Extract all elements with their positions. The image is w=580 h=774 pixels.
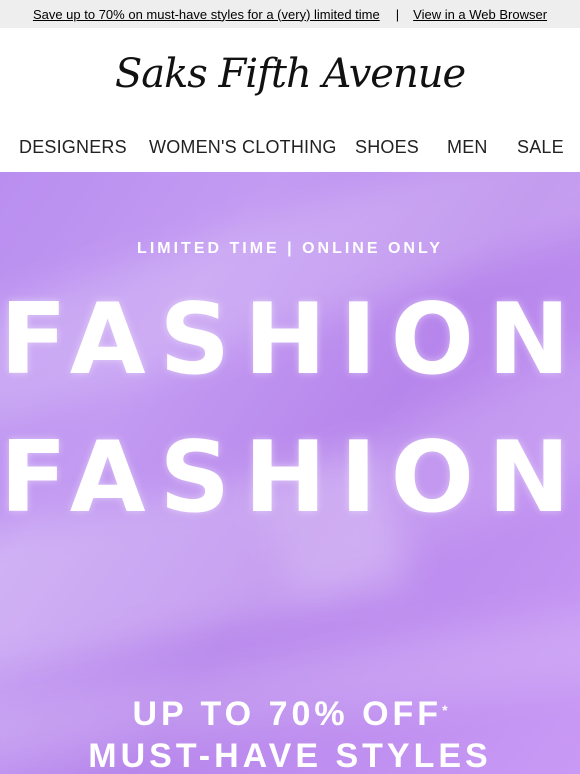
header-logo-area: Saks Fifth Avenue [0, 28, 580, 125]
hero-banner[interactable]: LIMITED TIME | ONLINE ONLY FASHION FASHI… [0, 172, 580, 774]
promo-subheadline: MUST-HAVE STYLES [88, 737, 492, 774]
nav-item-sale[interactable]: SALE [517, 137, 564, 158]
nav-item-shoes[interactable]: SHOES [355, 137, 419, 158]
preheader-bar: Save up to 70% on must-have styles for a… [0, 0, 580, 28]
nav-item-men[interactable]: MEN [447, 137, 488, 158]
separator: | [395, 6, 400, 22]
nav-item-womens-clothing[interactable]: WOMEN'S CLOTHING [149, 137, 337, 158]
brand-logo[interactable]: Saks Fifth Avenue [115, 51, 466, 97]
main-navigation: DESIGNERS WOMEN'S CLOTHING SHOES MEN SAL… [0, 124, 580, 173]
promo-headline: UP TO 70% OFF* [0, 694, 580, 734]
promo-headline-text: UP TO 70% OFF [132, 695, 443, 733]
hero-kicker: LIMITED TIME | ONLINE ONLY [137, 240, 443, 257]
nav-item-designers[interactable]: DESIGNERS [19, 137, 127, 158]
view-in-browser-link[interactable]: View in a Web Browser [413, 7, 547, 22]
hero-title-line-2: FASHION [0, 421, 580, 535]
promo-asterisk: * [442, 702, 448, 718]
promo-link[interactable]: Save up to 70% on must-have styles for a… [33, 7, 380, 22]
hero-title-line-1: FASHION [0, 283, 580, 397]
